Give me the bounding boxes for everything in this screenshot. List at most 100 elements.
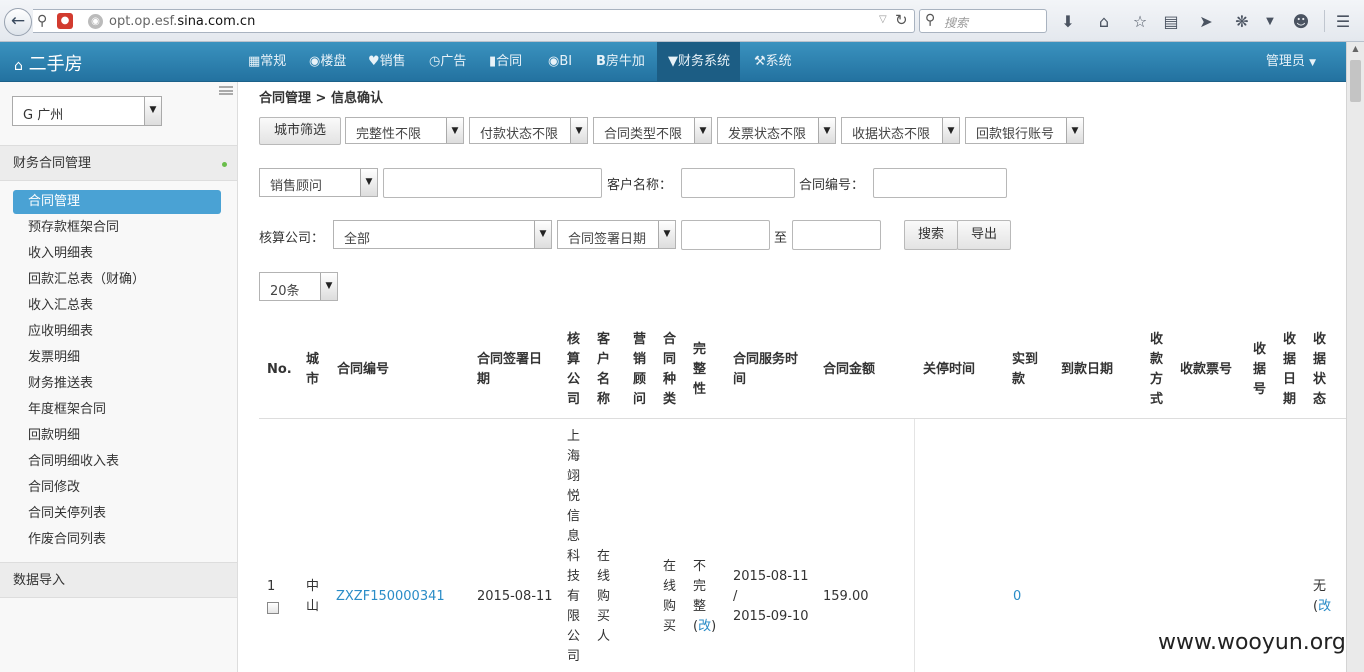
- search-button[interactable]: 搜索: [904, 220, 958, 250]
- b-icon: B: [596, 54, 606, 69]
- contract-type-select[interactable]: 合同类型不限 ▼: [593, 117, 712, 144]
- download-icon[interactable]: ⬇: [1057, 11, 1079, 33]
- page-scrollbar[interactable]: ▲: [1346, 42, 1364, 672]
- bug-icon[interactable]: ❋: [1231, 11, 1253, 33]
- received-amount-link[interactable]: 0: [1013, 587, 1021, 607]
- col-header-contract-type: 合同种类: [663, 332, 677, 407]
- sidebar-item[interactable]: 合同关停列表: [13, 502, 221, 526]
- search-input[interactable]: ⚲ 搜索: [919, 9, 1047, 33]
- history-dropdown-icon[interactable]: ▽: [879, 14, 887, 25]
- nav-label: 房牛加: [605, 54, 645, 69]
- send-icon[interactable]: ➤: [1195, 11, 1217, 33]
- col-header-pay-method: 收款方式: [1150, 332, 1164, 407]
- nav-item-bi[interactable]: ◉BI: [548, 42, 572, 82]
- nav-item-buildings[interactable]: ◉楼盘: [309, 42, 346, 82]
- advisor-input[interactable]: [383, 168, 602, 198]
- home-icon[interactable]: ⌂: [1093, 11, 1115, 33]
- sidebar-item[interactable]: 发票明细: [13, 346, 221, 370]
- select-value: 合同签署日期: [568, 232, 647, 247]
- col-header-contract-no[interactable]: 合同编号: [337, 360, 389, 380]
- col-header-amount[interactable]: 合同金额: [823, 360, 875, 380]
- customer-name-input[interactable]: [681, 168, 795, 198]
- receipt-status-edit[interactable]: (改: [1313, 597, 1331, 617]
- brand[interactable]: ⌂ 二手房: [14, 50, 83, 76]
- col-header-sign-date[interactable]: 合同签署日期: [477, 350, 552, 390]
- receipt-status-select[interactable]: 收据状态不限 ▼: [841, 117, 960, 144]
- export-button[interactable]: 导出: [957, 220, 1011, 250]
- nav-item-contract[interactable]: ▮合同: [489, 42, 522, 82]
- sidebar-section-finance-contracts[interactable]: 财务合同管理: [0, 145, 237, 181]
- nav-item-general[interactable]: ▦常规: [248, 42, 286, 82]
- sidebar-item[interactable]: 合同明细收入表: [13, 450, 221, 474]
- sidebar-item[interactable]: 预存款框架合同: [13, 216, 221, 240]
- bookmark-star-icon[interactable]: ☆: [1129, 11, 1151, 33]
- watermark: www.wooyun.org: [1158, 630, 1346, 655]
- scroll-up-icon[interactable]: ▲: [1349, 44, 1362, 57]
- sidebar-item[interactable]: 年度框架合同: [13, 398, 221, 422]
- brand-label: 二手房: [28, 54, 83, 75]
- company-select[interactable]: 全部 ▼: [333, 220, 552, 249]
- date-from-input[interactable]: [681, 220, 770, 250]
- col-header-arrival-date: 到款日期: [1061, 362, 1114, 377]
- sidebar-item[interactable]: 回款明细: [13, 424, 221, 448]
- advisor-select[interactable]: 销售顾问 ▼: [259, 168, 378, 197]
- city-select-value: G 广州: [23, 108, 64, 123]
- menu-icon[interactable]: ☰: [1332, 11, 1354, 33]
- breadcrumb: 合同管理 > 信息确认: [259, 91, 383, 106]
- sidebar-section-data-import[interactable]: 数据导入: [0, 562, 237, 598]
- select-value: 20条: [270, 284, 300, 299]
- sidebar-item[interactable]: 财务推送表: [13, 372, 221, 396]
- completeness-edit[interactable]: (改): [693, 617, 723, 637]
- reading-list-icon[interactable]: ▤: [1160, 11, 1182, 33]
- chevron-down-icon: ▼: [570, 118, 587, 143]
- back-icon[interactable]: ←: [4, 8, 32, 36]
- date-to-label: 至: [774, 231, 788, 246]
- sidebar-item[interactable]: 回款汇总表（财确）: [13, 268, 221, 292]
- sidebar-item[interactable]: 作废合同列表: [13, 528, 221, 552]
- contract-number-input[interactable]: [873, 168, 1007, 198]
- receipt-status-value: 无: [1313, 579, 1327, 594]
- sidebar-item[interactable]: 合同修改: [13, 476, 221, 500]
- completeness-edit-link[interactable]: 改: [698, 619, 711, 634]
- sidebar-collapse-icon[interactable]: [219, 86, 233, 95]
- home-icon: ⌂: [14, 58, 23, 74]
- nav-item-system[interactable]: ⚒系统: [754, 42, 792, 82]
- nav-item-ads[interactable]: ◷广告: [429, 42, 466, 82]
- admin-menu[interactable]: 管理员 ▼: [1266, 42, 1316, 83]
- key-icon[interactable]: ⚲: [37, 13, 47, 29]
- city-select[interactable]: G 广州 ▼: [12, 96, 162, 126]
- dropdown-icon[interactable]: ▼: [1259, 11, 1281, 33]
- reload-icon[interactable]: ↻: [895, 11, 908, 29]
- col-header-customer: 客户名称: [597, 332, 611, 407]
- col-header-city: 城市: [306, 352, 320, 387]
- city-filter-button[interactable]: 城市筛选: [259, 117, 341, 145]
- sidebar-item[interactable]: 应收明细表: [13, 320, 221, 344]
- bank-account-select[interactable]: 回款银行账号 ▼: [965, 117, 1084, 144]
- address-bar[interactable]: ⚲ ● ◉ opt.op.esf.sina.com.cn ▽ ↻: [33, 9, 915, 33]
- row-amount: 159.00: [823, 589, 869, 604]
- scroll-thumb[interactable]: [1350, 60, 1361, 102]
- row-checkbox[interactable]: [267, 602, 279, 614]
- invoice-status-select[interactable]: 发票状态不限 ▼: [717, 117, 836, 144]
- url-prefix: opt.op.esf.: [109, 14, 178, 29]
- sidebar-item[interactable]: 收入明细表: [13, 242, 221, 266]
- date-to-input[interactable]: [792, 220, 881, 250]
- receipt-status-edit-link[interactable]: 改: [1318, 599, 1331, 614]
- addon-icon[interactable]: ●: [57, 13, 73, 29]
- sidebar-item[interactable]: 收入汇总表: [13, 294, 221, 318]
- chat-icon[interactable]: ☻: [1290, 11, 1312, 33]
- page-size-select[interactable]: 20条 ▼: [259, 272, 338, 301]
- payment-status-select[interactable]: 付款状态不限 ▼: [469, 117, 588, 144]
- row-company: 上海翊悦信息科技有限公司: [567, 429, 581, 664]
- caret-down-icon: ▼: [1309, 58, 1316, 68]
- date-type-select[interactable]: 合同签署日期 ▼: [557, 220, 676, 249]
- sidebar-section-label: 财务合同管理: [13, 156, 92, 171]
- nav-item-finance[interactable]: ▼财务系统: [657, 42, 740, 82]
- nav-item-sales[interactable]: ♥销售: [368, 42, 406, 82]
- completeness-select[interactable]: 完整性不限 ▼: [345, 117, 464, 144]
- sidebar-item[interactable]: 合同管理: [13, 190, 221, 214]
- contract-number-link[interactable]: ZXZF150000341: [336, 587, 445, 607]
- nav-item-fangniujia[interactable]: B房牛加: [596, 42, 645, 82]
- table-header-divider: [259, 418, 1346, 419]
- chevron-down-icon: ▼: [694, 118, 711, 143]
